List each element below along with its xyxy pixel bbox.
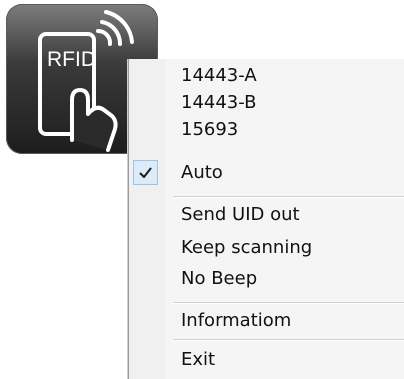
menu-item-no-beep[interactable]: No Beep	[129, 266, 404, 292]
menu-item-label: No Beep	[181, 268, 258, 289]
menu-item-label: Informatiom	[181, 310, 292, 331]
menu-item-14443-a[interactable]: 14443-A	[129, 63, 404, 89]
menu-item-label: 14443-B	[181, 92, 257, 113]
context-menu: 14443-A 14443-B 15693 Auto Send UID out …	[128, 59, 404, 379]
menu-separator	[173, 196, 404, 198]
menu-item-exit[interactable]: Exit	[129, 347, 404, 373]
menu-item-label: Exit	[181, 349, 216, 370]
menu-separator	[173, 339, 404, 341]
menu-item-label: Send UID out	[181, 204, 300, 225]
menu-item-information[interactable]: Informatiom	[129, 308, 404, 334]
menu-item-15693[interactable]: 15693	[129, 117, 404, 143]
menu-item-keep-scanning[interactable]: Keep scanning	[129, 235, 404, 261]
menu-item-label: 15693	[181, 119, 239, 140]
menu-item-label: 14443-A	[181, 65, 257, 86]
rfid-label: RFID	[47, 48, 96, 71]
menu-item-auto[interactable]: Auto	[129, 160, 404, 186]
checkmark-icon	[133, 160, 158, 185]
menu-item-send-uid-out[interactable]: Send UID out	[129, 202, 404, 228]
menu-item-label: Keep scanning	[181, 237, 313, 258]
menu-separator	[173, 302, 404, 304]
menu-item-14443-b[interactable]: 14443-B	[129, 90, 404, 116]
menu-item-label: Auto	[181, 162, 223, 183]
